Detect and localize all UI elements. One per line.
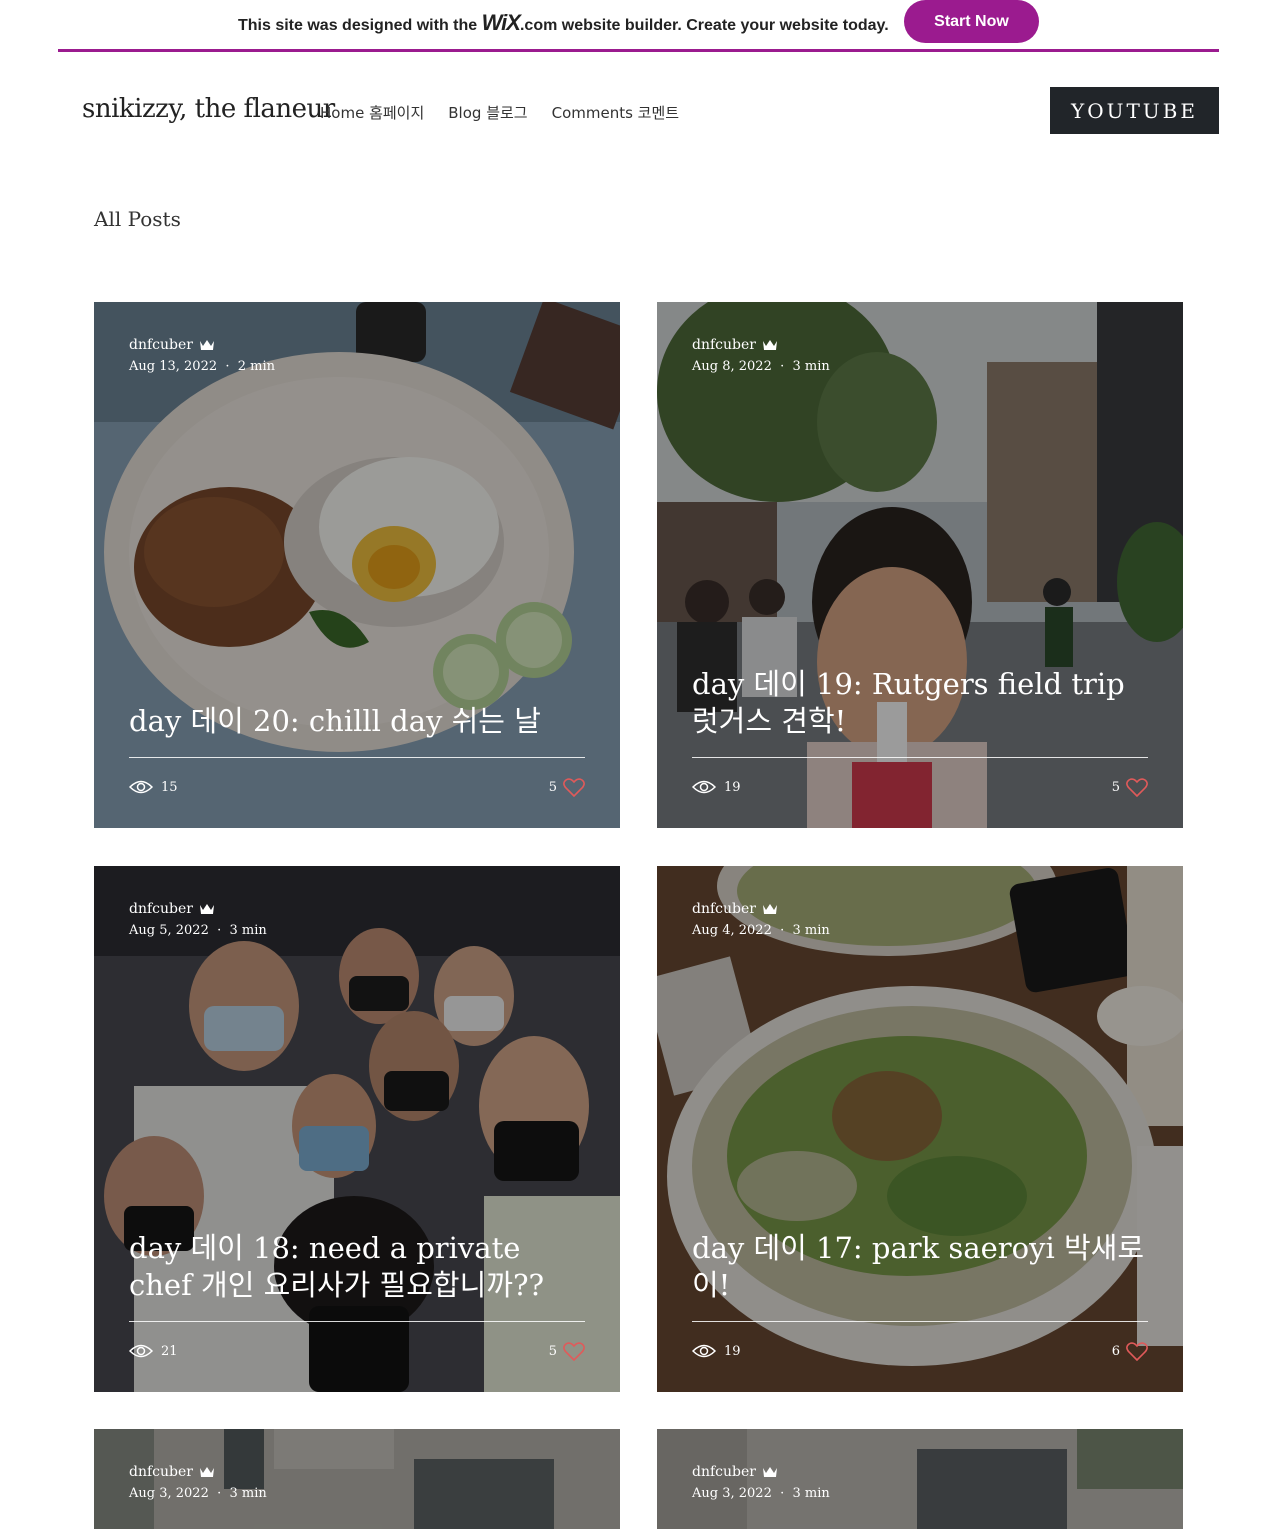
like-count[interactable]: 6 [1112, 1342, 1148, 1361]
post-title[interactable]: day 데이 17: park saeroyi 박새로이! [692, 1230, 1148, 1304]
author-name[interactable]: dnfcuber [692, 1464, 756, 1480]
post-author[interactable]: dnfcuber [129, 1464, 215, 1480]
post-card[interactable]: dnfcuber Aug 3, 2022 · 3 min [94, 1429, 620, 1529]
post-date: Aug 8, 2022 [692, 359, 772, 374]
like-count[interactable]: 5 [1112, 778, 1148, 797]
post-meta: Aug 3, 2022 · 3 min [129, 1486, 267, 1501]
banner-text-before: This site was designed with the [238, 17, 482, 34]
post-meta: Aug 4, 2022 · 3 min [692, 923, 830, 938]
crown-icon [199, 340, 214, 350]
crown-icon [762, 1467, 777, 1477]
read-time: 3 min [229, 1486, 267, 1501]
post-author[interactable]: dnfcuber [692, 901, 778, 917]
read-time: 3 min [792, 1486, 830, 1501]
eye-icon [129, 1344, 153, 1358]
view-count: 21 [129, 1343, 178, 1359]
post-card[interactable]: dnfcuber Aug 4, 2022 · 3 min day 데이 17: … [657, 866, 1183, 1392]
heart-icon[interactable] [563, 778, 585, 797]
divider [129, 757, 585, 758]
heart-icon[interactable] [563, 1342, 585, 1361]
post-card[interactable]: dnfcuber Aug 3, 2022 · 3 min [657, 1429, 1183, 1529]
post-title[interactable]: day 데이 19: Rutgers field trip 럿거스 견학! [692, 666, 1148, 740]
views-value: 21 [161, 1343, 178, 1359]
youtube-button[interactable]: YOUTUBE [1050, 87, 1219, 134]
read-time: 3 min [792, 359, 830, 374]
heart-icon[interactable] [1126, 1342, 1148, 1361]
image-overlay [657, 866, 1183, 1392]
post-card[interactable]: dnfcuber Aug 5, 2022 · 3 min day 데이 18: … [94, 866, 620, 1392]
divider [129, 1321, 585, 1322]
post-meta: Aug 8, 2022 · 3 min [692, 359, 830, 374]
nav-home[interactable]: Home 홈페이지 [320, 102, 424, 123]
post-date: Aug 13, 2022 [129, 359, 218, 374]
likes-value: 6 [1111, 1344, 1120, 1359]
post-date: Aug 5, 2022 [129, 923, 209, 938]
post-meta: Aug 13, 2022 · 2 min [129, 359, 276, 374]
read-time: 3 min [792, 923, 830, 938]
post-date: Aug 4, 2022 [692, 923, 772, 938]
crown-icon [199, 904, 214, 914]
divider [692, 757, 1148, 758]
heart-icon[interactable] [1126, 778, 1148, 797]
main-nav: Home 홈페이지 Blog 블로그 Comments 코멘트 [320, 102, 703, 123]
like-count[interactable]: 5 [549, 778, 585, 797]
post-author[interactable]: dnfcuber [129, 337, 215, 353]
eye-icon [129, 780, 153, 794]
crown-icon [199, 1467, 214, 1477]
banner-text-after: .com website builder. Create your websit… [519, 17, 889, 34]
site-title[interactable]: snikizzy, the flaneur [82, 94, 335, 124]
read-time: 2 min [237, 359, 276, 374]
likes-value: 5 [548, 780, 557, 795]
views-value: 19 [724, 779, 741, 795]
likes-value: 5 [1111, 780, 1120, 795]
views-value: 15 [161, 779, 178, 795]
author-name[interactable]: dnfcuber [129, 1464, 193, 1480]
eye-icon [692, 1344, 716, 1358]
post-meta: Aug 3, 2022 · 3 min [692, 1486, 830, 1501]
views-value: 19 [724, 1343, 741, 1359]
image-overlay [94, 866, 620, 1392]
author-name[interactable]: dnfcuber [129, 337, 193, 353]
eye-icon [692, 780, 716, 794]
post-title[interactable]: day 데이 18: need a private chef 개인 요리사가 필… [129, 1230, 585, 1304]
post-card[interactable]: dnfcuber Aug 8, 2022 · 3 min day 데이 19: … [657, 302, 1183, 828]
likes-value: 5 [548, 1344, 557, 1359]
read-time: 3 min [229, 923, 267, 938]
post-author[interactable]: dnfcuber [129, 901, 215, 917]
view-count: 19 [692, 779, 741, 795]
post-author[interactable]: dnfcuber [692, 337, 778, 353]
wix-banner-text: This site was designed with the WiX.com … [238, 10, 889, 36]
nav-blog[interactable]: Blog 블로그 [448, 102, 527, 123]
author-name[interactable]: dnfcuber [692, 337, 756, 353]
post-date: Aug 3, 2022 [692, 1486, 772, 1501]
crown-icon [762, 904, 777, 914]
wix-banner: This site was designed with the WiX.com … [58, 0, 1219, 52]
nav-comments[interactable]: Comments 코멘트 [552, 102, 679, 123]
crown-icon [762, 340, 777, 350]
view-count: 19 [692, 1343, 741, 1359]
image-overlay [657, 302, 1183, 828]
author-name[interactable]: dnfcuber [692, 901, 756, 917]
post-title[interactable]: day 데이 20: chilll day 쉬는 날 [129, 703, 585, 740]
view-count: 15 [129, 779, 178, 795]
post-date: Aug 3, 2022 [129, 1486, 209, 1501]
image-overlay [94, 302, 620, 828]
divider [692, 1321, 1148, 1322]
start-now-button[interactable]: Start Now [904, 0, 1039, 43]
author-name[interactable]: dnfcuber [129, 901, 193, 917]
post-author[interactable]: dnfcuber [692, 1464, 778, 1480]
section-title: All Posts [94, 207, 181, 231]
like-count[interactable]: 5 [549, 1342, 585, 1361]
wix-logo: WiX [481, 10, 521, 35]
post-card[interactable]: dnfcuber Aug 13, 2022 · 2 min day 데이 20:… [94, 302, 620, 828]
post-meta: Aug 5, 2022 · 3 min [129, 923, 267, 938]
